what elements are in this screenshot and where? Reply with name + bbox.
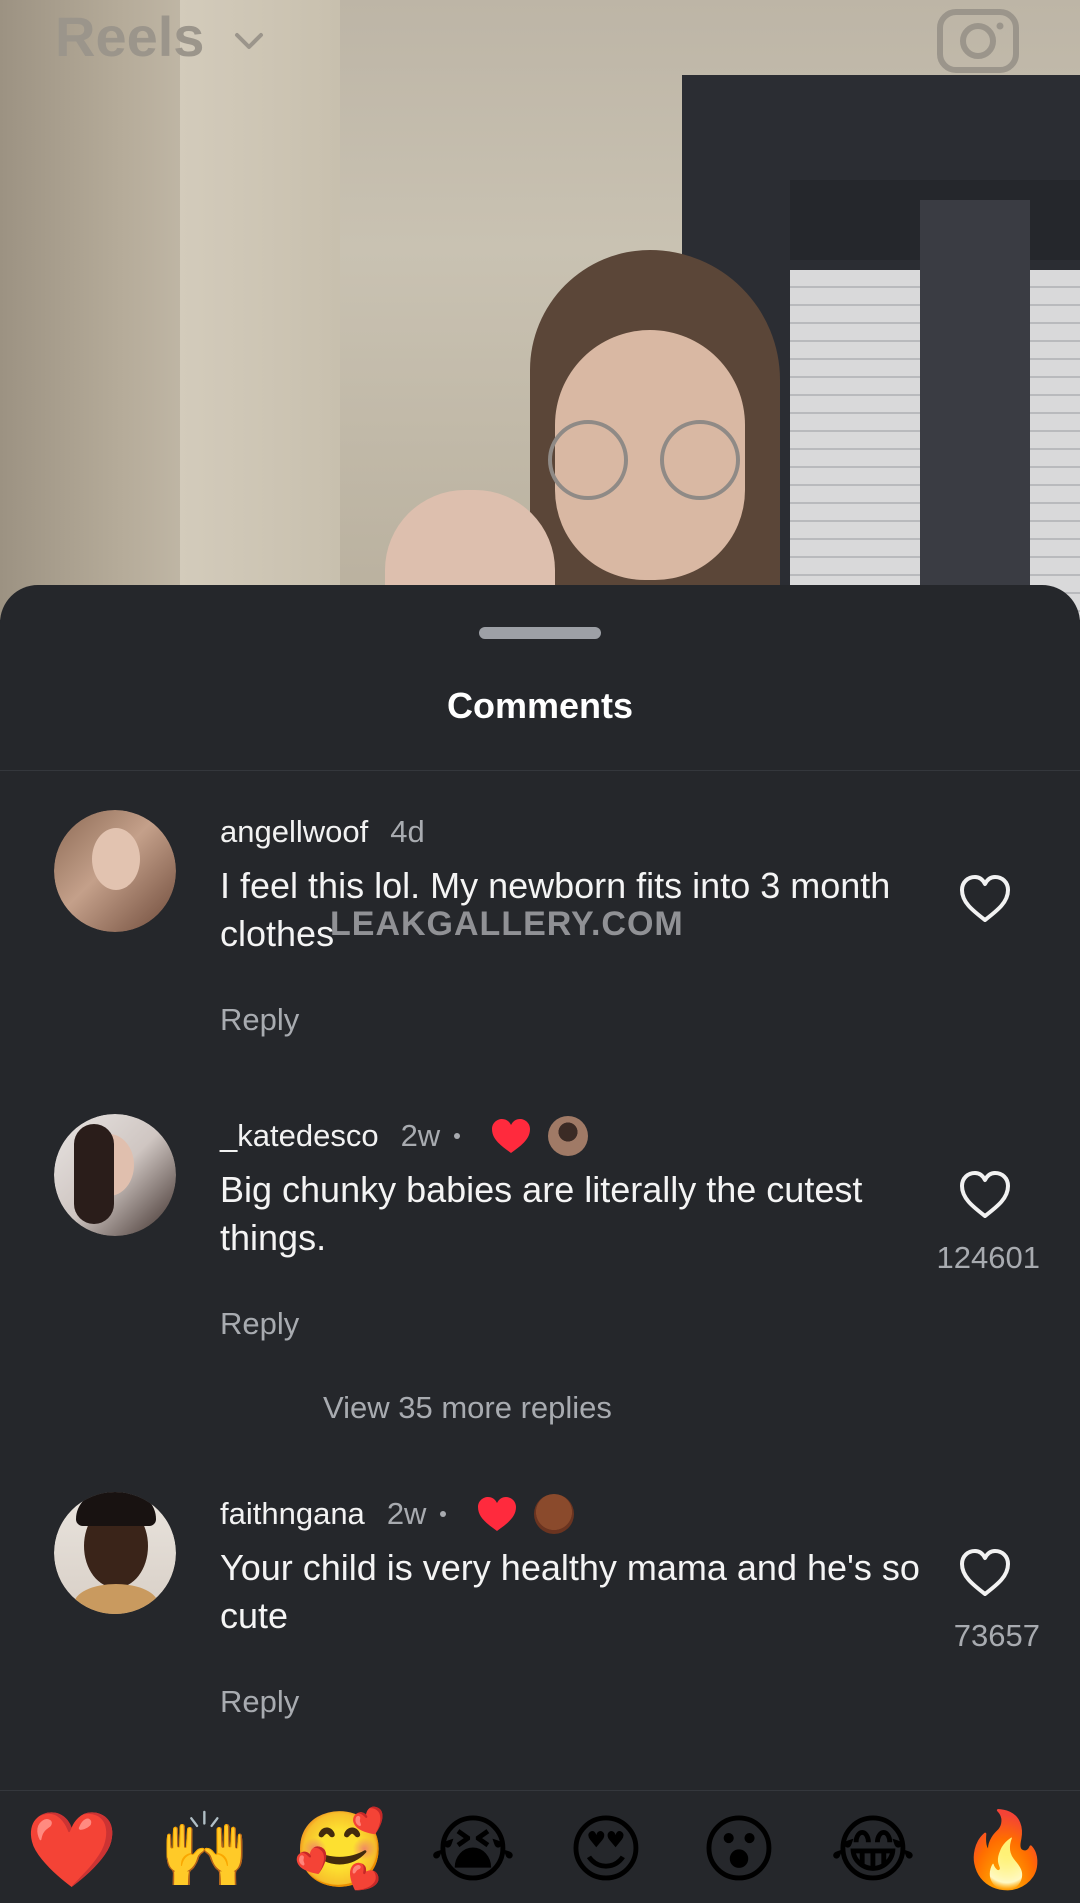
comment-header: angellwoof 4d (220, 810, 425, 854)
heart-eyes-emoji[interactable]: 😍 (556, 1805, 656, 1895)
reply-button[interactable]: Reply (220, 1684, 299, 1720)
reel-wall-strip (180, 0, 340, 620)
like-count: 73657 (953, 1618, 1040, 1653)
avatar[interactable] (54, 1492, 176, 1614)
red-heart-emoji[interactable]: ❤️ (22, 1805, 122, 1895)
comment-time: 4d (390, 814, 425, 849)
creator-heart-icon (478, 1497, 517, 1531)
tears-of-joy-emoji[interactable]: 😂 (823, 1805, 923, 1895)
drag-handle[interactable] (479, 627, 601, 639)
fire-emoji[interactable]: 🔥 (956, 1805, 1056, 1895)
divider (0, 770, 1080, 771)
reels-comments-screen: Reels Comments angellwoof 4d I feel this… (0, 0, 1080, 1903)
reel-wall (0, 0, 200, 620)
heart-outline-icon[interactable] (958, 874, 1012, 924)
creator-heart-icon (492, 1119, 531, 1153)
avatar[interactable] (54, 810, 176, 932)
comment-username[interactable]: _katedesco (220, 1118, 379, 1154)
like-count: 124601 (936, 1240, 1040, 1275)
raising-hands-emoji[interactable]: 🙌 (155, 1805, 255, 1895)
loudly-crying-face-emoji[interactable]: 😭 (423, 1805, 523, 1895)
watermark: LEAKGALLERY.COM (330, 905, 684, 943)
comment-time: 2w (386, 1496, 427, 1531)
avatar[interactable] (54, 1114, 176, 1236)
smiling-face-with-hearts-emoji[interactable]: 🥰 (290, 1805, 390, 1895)
reply-button[interactable]: Reply (220, 1002, 299, 1038)
heart-outline-icon[interactable] (958, 1170, 1012, 1220)
separator-dot (454, 1133, 461, 1139)
comment-username[interactable]: angellwoof (220, 814, 368, 850)
comment-text: Big chunky babies are literally the cute… (220, 1169, 863, 1258)
top-bar: Reels (0, 0, 1080, 80)
creator-avatar (548, 1116, 589, 1156)
emoji-reaction-bar: ❤️ 🙌 🥰 😭 😍 😮 😂 🔥 (0, 1790, 1080, 1903)
comment-time: 2w (400, 1118, 441, 1153)
heart-outline-icon[interactable] (958, 1548, 1012, 1598)
creator-avatar (534, 1494, 575, 1534)
comments-sheet: Comments angellwoof 4d I feel this lol. … (0, 585, 1080, 1903)
chevron-down-icon[interactable] (232, 24, 266, 58)
comment-text: Your child is very healthy mama and he's… (220, 1547, 920, 1636)
reel-glasses-right (660, 420, 740, 500)
separator-dot (440, 1511, 447, 1517)
comment-header: _katedesco 2w (220, 1114, 589, 1158)
sheet-title: Comments (446, 685, 634, 726)
reel-video-frame[interactable] (0, 0, 1080, 620)
reel-glasses-left (548, 420, 628, 500)
reel-door-post (920, 200, 1030, 620)
view-more-replies-button[interactable]: View 35 more replies (323, 1390, 612, 1426)
camera-icon[interactable] (936, 2, 1020, 74)
face-with-open-mouth-emoji[interactable]: 😮 (689, 1805, 789, 1895)
reels-title[interactable]: Reels (55, 4, 204, 69)
reply-button[interactable]: Reply (220, 1306, 299, 1342)
comment-username[interactable]: faithngana (220, 1496, 365, 1532)
comment-header: faithngana 2w (220, 1492, 575, 1536)
